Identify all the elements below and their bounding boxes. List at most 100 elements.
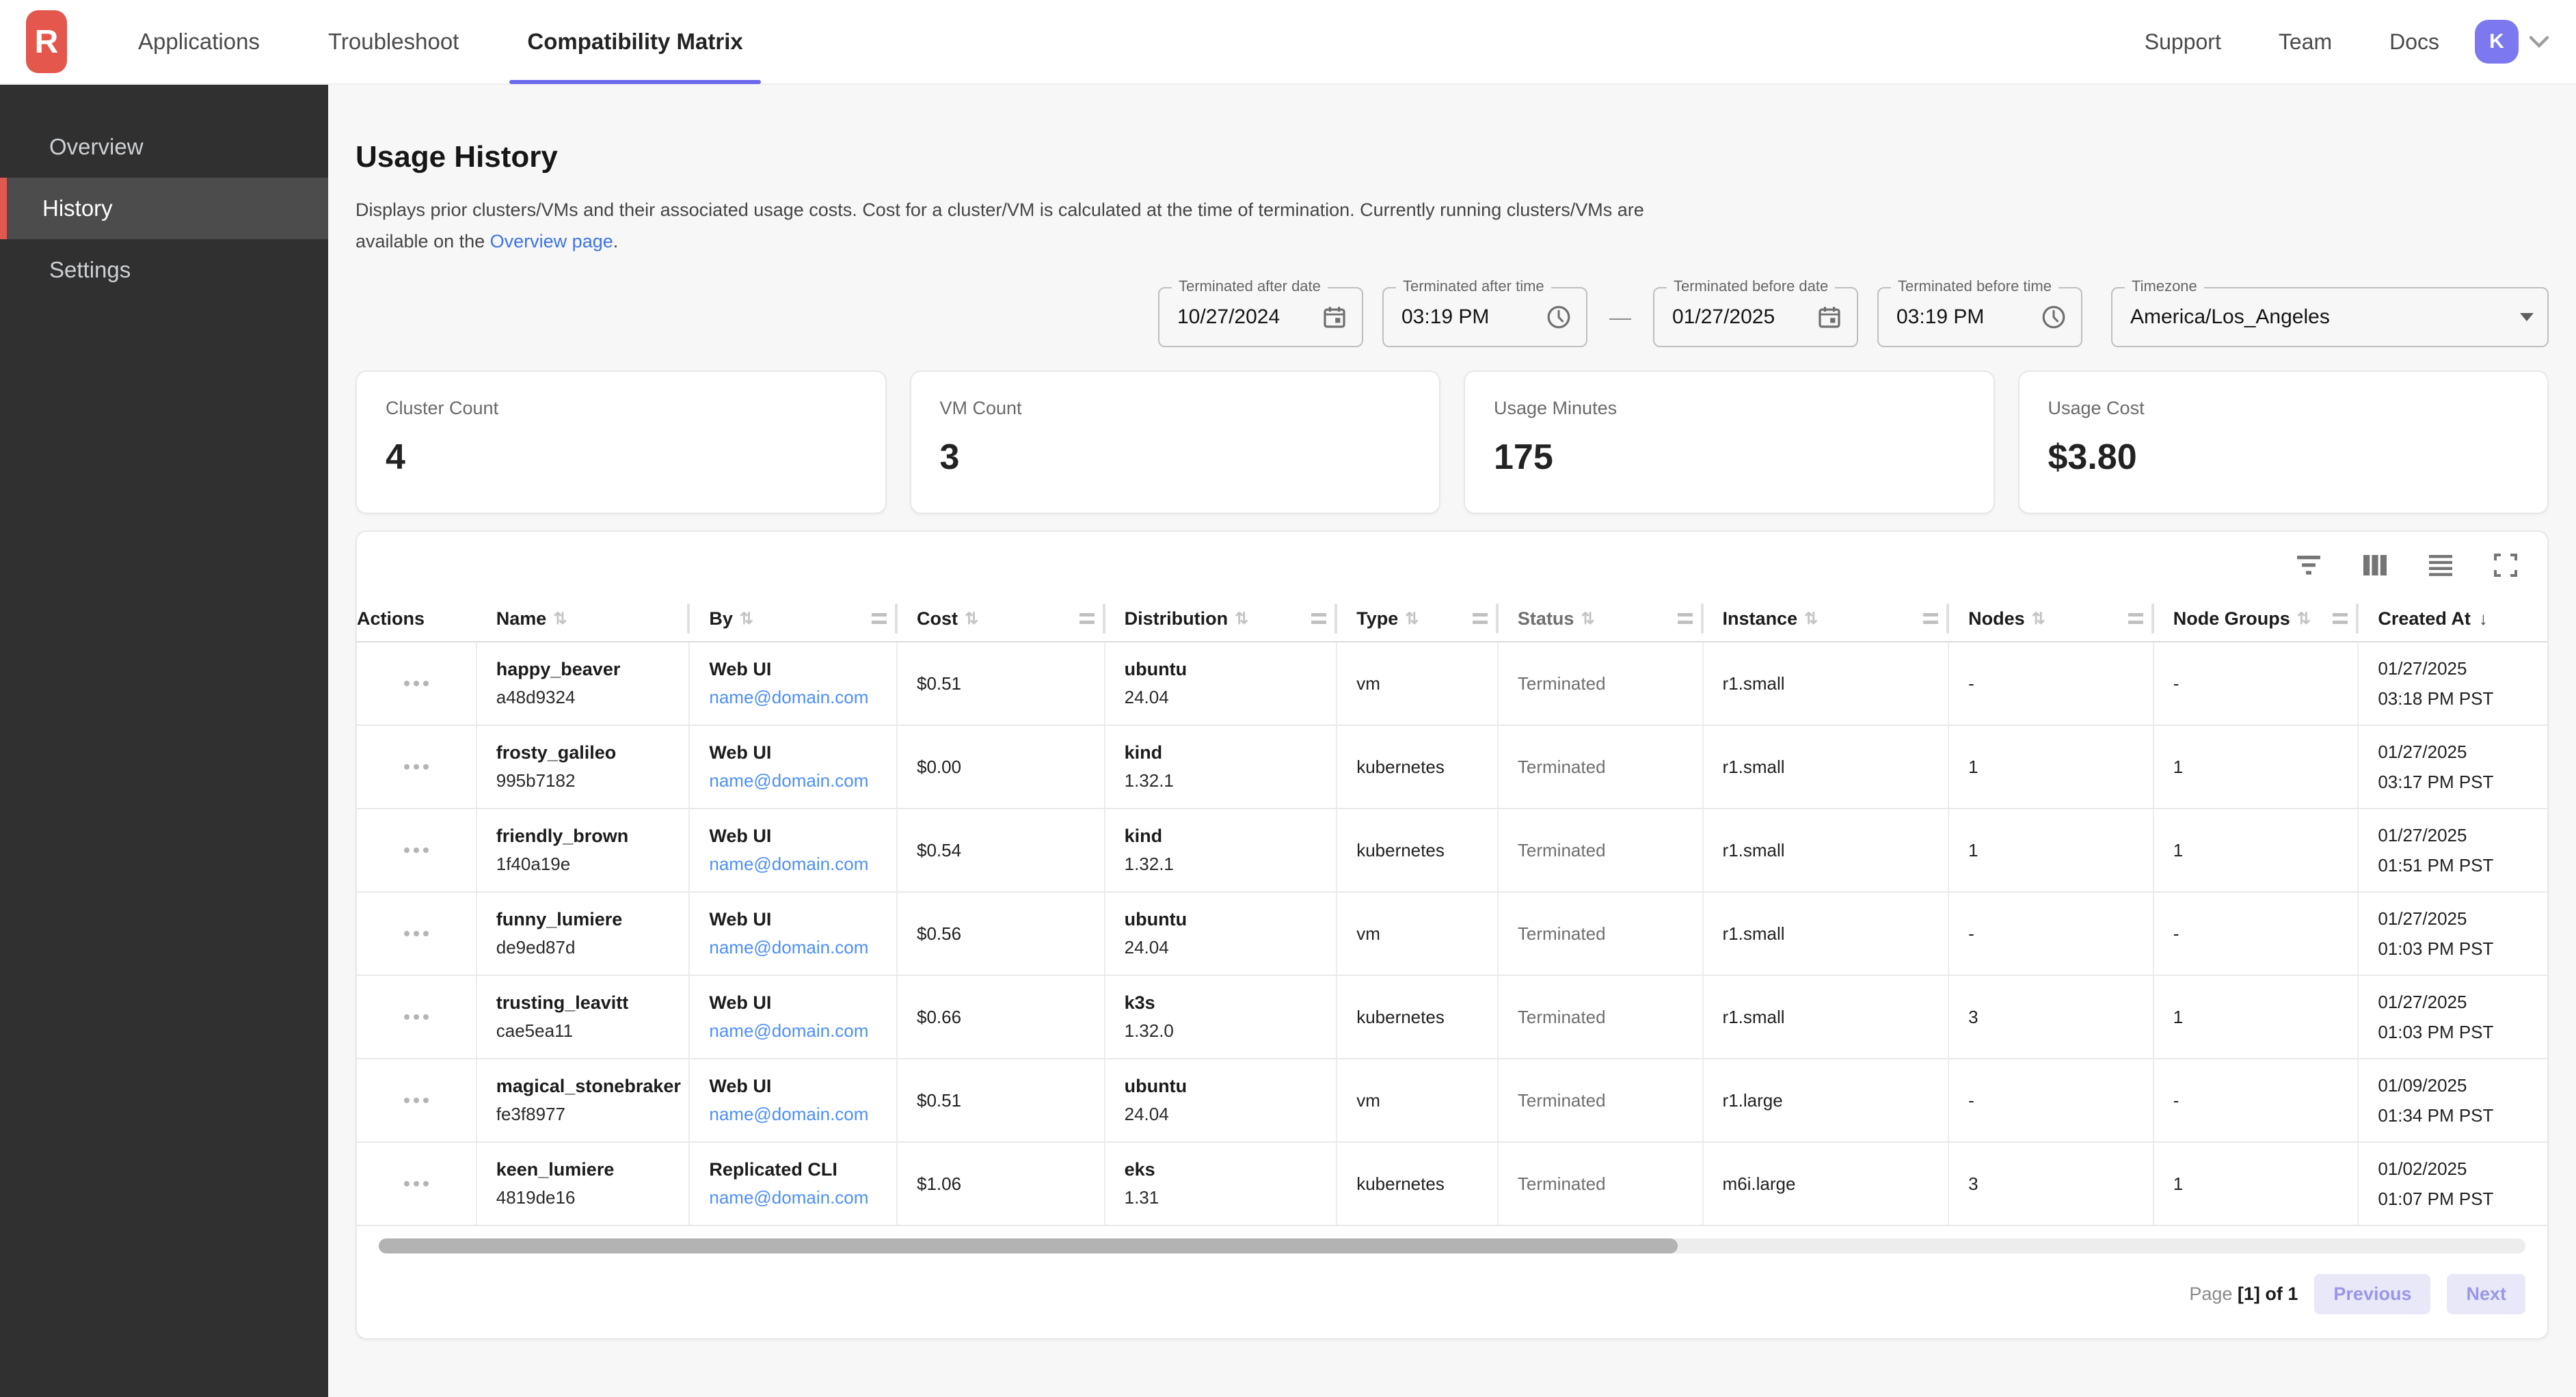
- column-header-node-groups[interactable]: Node Groups⇅: [2154, 596, 2359, 641]
- name-cell: happy_beaver a48d9324: [477, 642, 690, 724]
- sort-icon[interactable]: ⇅: [1804, 609, 1818, 629]
- column-menu-icon[interactable]: [2333, 613, 2348, 624]
- created-by-email-link[interactable]: name@domain.com: [709, 1020, 885, 1042]
- created-by-source: Web UI: [709, 1076, 885, 1097]
- density-icon[interactable]: [2426, 552, 2456, 579]
- distribution-name: ubuntu: [1125, 1076, 1326, 1097]
- created-by-email-link[interactable]: name@domain.com: [709, 937, 885, 958]
- column-header-cost[interactable]: Cost⇅: [898, 596, 1105, 641]
- terminated-after-date-field[interactable]: Terminated after date 10/27/2024: [1158, 287, 1363, 347]
- sort-desc-icon[interactable]: ↓: [2479, 608, 2488, 629]
- link-docs[interactable]: Docs: [2389, 29, 2439, 55]
- columns-icon[interactable]: [2360, 552, 2390, 579]
- actions-cell: [357, 809, 477, 891]
- created-by-email-link[interactable]: name@domain.com: [709, 854, 885, 875]
- created-date: 01/27/2025: [2378, 824, 2536, 847]
- clock-icon[interactable]: [1545, 303, 1572, 331]
- terminated-after-time-field[interactable]: Terminated after time 03:19 PM: [1382, 287, 1587, 347]
- tab-troubleshoot[interactable]: Troubleshoot: [328, 0, 459, 84]
- actions-cell: [357, 642, 477, 724]
- sidebar-item-overview[interactable]: Overview: [0, 116, 328, 178]
- more-horizontal-icon: [404, 1014, 410, 1020]
- column-menu-icon[interactable]: [1473, 613, 1488, 624]
- created-by-email-link[interactable]: name@domain.com: [709, 687, 885, 708]
- sort-icon[interactable]: ⇅: [740, 609, 753, 629]
- sort-icon[interactable]: ⇅: [553, 609, 567, 629]
- stat-cards: Cluster Count 4 VM Count 3 Usage Minutes…: [355, 370, 2549, 514]
- row-actions-button[interactable]: [396, 1089, 437, 1111]
- column-header-nodes[interactable]: Nodes⇅: [1949, 596, 2154, 641]
- created-date: 01/27/2025: [2378, 657, 2536, 680]
- created-time: 03:17 PM PST: [2378, 770, 2536, 794]
- distribution-cell: kind 1.32.1: [1105, 809, 1338, 891]
- cost-cell: $0.51: [898, 1059, 1105, 1141]
- sort-icon[interactable]: ⇅: [965, 609, 978, 629]
- calendar-icon[interactable]: [1321, 303, 1348, 331]
- scrollbar-thumb[interactable]: [379, 1238, 1678, 1253]
- created-by-email-link[interactable]: name@domain.com: [709, 1104, 885, 1125]
- brand-logo[interactable]: R: [26, 10, 67, 73]
- column-menu-icon[interactable]: [2128, 613, 2143, 624]
- filter-icon[interactable]: [2293, 552, 2324, 579]
- tab-applications[interactable]: Applications: [138, 0, 260, 84]
- link-team[interactable]: Team: [2279, 29, 2332, 55]
- sidebar-item-settings[interactable]: Settings: [0, 239, 328, 301]
- column-menu-icon[interactable]: [872, 613, 887, 624]
- fullscreen-icon[interactable]: [2491, 551, 2520, 580]
- page-title: Usage History: [355, 139, 2549, 175]
- row-actions-button[interactable]: [396, 673, 437, 694]
- row-actions-button[interactable]: [396, 839, 437, 861]
- table-row: friendly_brown 1f40a19e Web UI name@doma…: [357, 809, 2547, 893]
- row-actions-button[interactable]: [396, 756, 437, 778]
- cost-cell: $0.54: [898, 809, 1105, 891]
- usage-history-page: R Applications Troubleshoot Compatibilit…: [0, 0, 2576, 1397]
- sort-icon[interactable]: ⇅: [2032, 609, 2045, 629]
- column-menu-icon[interactable]: [1079, 613, 1095, 624]
- user-menu[interactable]: K: [2475, 20, 2549, 64]
- created-by-email-link[interactable]: name@domain.com: [709, 770, 885, 791]
- sort-icon[interactable]: ⇅: [1235, 609, 1248, 629]
- dropdown-caret-icon: [2520, 313, 2534, 321]
- distribution-cell: ubuntu 24.04: [1105, 642, 1338, 724]
- next-page-button[interactable]: Next: [2447, 1274, 2525, 1314]
- table-row: funny_lumiere de9ed87d Web UI name@domai…: [357, 893, 2547, 976]
- terminated-before-date-field[interactable]: Terminated before date 01/27/2025: [1653, 287, 1858, 347]
- calendar-icon[interactable]: [1816, 303, 1843, 331]
- column-header-instance[interactable]: Instance⇅: [1704, 596, 1950, 641]
- cluster-id: de9ed87d: [496, 937, 678, 958]
- row-actions-button[interactable]: [396, 923, 437, 945]
- name-cell: friendly_brown 1f40a19e: [477, 809, 690, 891]
- row-actions-button[interactable]: [396, 1173, 437, 1195]
- sort-icon[interactable]: ⇅: [1405, 609, 1419, 629]
- sidebar-item-history[interactable]: History: [0, 178, 328, 239]
- horizontal-scrollbar: [379, 1238, 2525, 1253]
- column-menu-icon[interactable]: [1311, 613, 1326, 624]
- cost-cell: $0.56: [898, 893, 1105, 975]
- sidebar: Overview History Settings: [0, 85, 328, 1397]
- clock-icon[interactable]: [2040, 303, 2067, 331]
- created-at-cell: 01/02/2025 01:07 PM PST: [2359, 1143, 2547, 1225]
- page-indicator: Page [1] of 1: [2189, 1284, 2298, 1305]
- previous-page-button[interactable]: Previous: [2314, 1274, 2430, 1314]
- by-cell: Web UI name@domain.com: [690, 809, 898, 891]
- row-actions-button[interactable]: [396, 1006, 437, 1028]
- column-header-by[interactable]: By⇅: [690, 596, 898, 641]
- tab-compatibility-matrix[interactable]: Compatibility Matrix: [527, 0, 742, 84]
- cost-cell: $0.51: [898, 642, 1105, 724]
- timezone-select[interactable]: Timezone America/Los_Angeles: [2111, 287, 2549, 347]
- column-header-status[interactable]: Status⇅: [1499, 596, 1704, 641]
- created-by-email-link[interactable]: name@domain.com: [709, 1187, 885, 1208]
- sort-icon[interactable]: ⇅: [2297, 609, 2311, 629]
- column-header-type[interactable]: Type⇅: [1337, 596, 1499, 641]
- by-cell: Web UI name@domain.com: [690, 726, 898, 808]
- column-header-created-at[interactable]: Created At↓: [2359, 596, 2547, 641]
- terminated-before-time-field[interactable]: Terminated before time 03:19 PM: [1877, 287, 2082, 347]
- overview-page-link[interactable]: Overview page: [490, 231, 613, 252]
- column-header-distribution[interactable]: Distribution⇅: [1105, 596, 1338, 641]
- link-support[interactable]: Support: [2145, 29, 2221, 55]
- column-menu-icon[interactable]: [1923, 613, 1938, 624]
- sort-icon[interactable]: ⇅: [1581, 609, 1594, 629]
- column-header-name[interactable]: Name⇅: [477, 596, 690, 641]
- column-menu-icon[interactable]: [1678, 613, 1693, 624]
- created-by-source: Web UI: [709, 992, 885, 1014]
